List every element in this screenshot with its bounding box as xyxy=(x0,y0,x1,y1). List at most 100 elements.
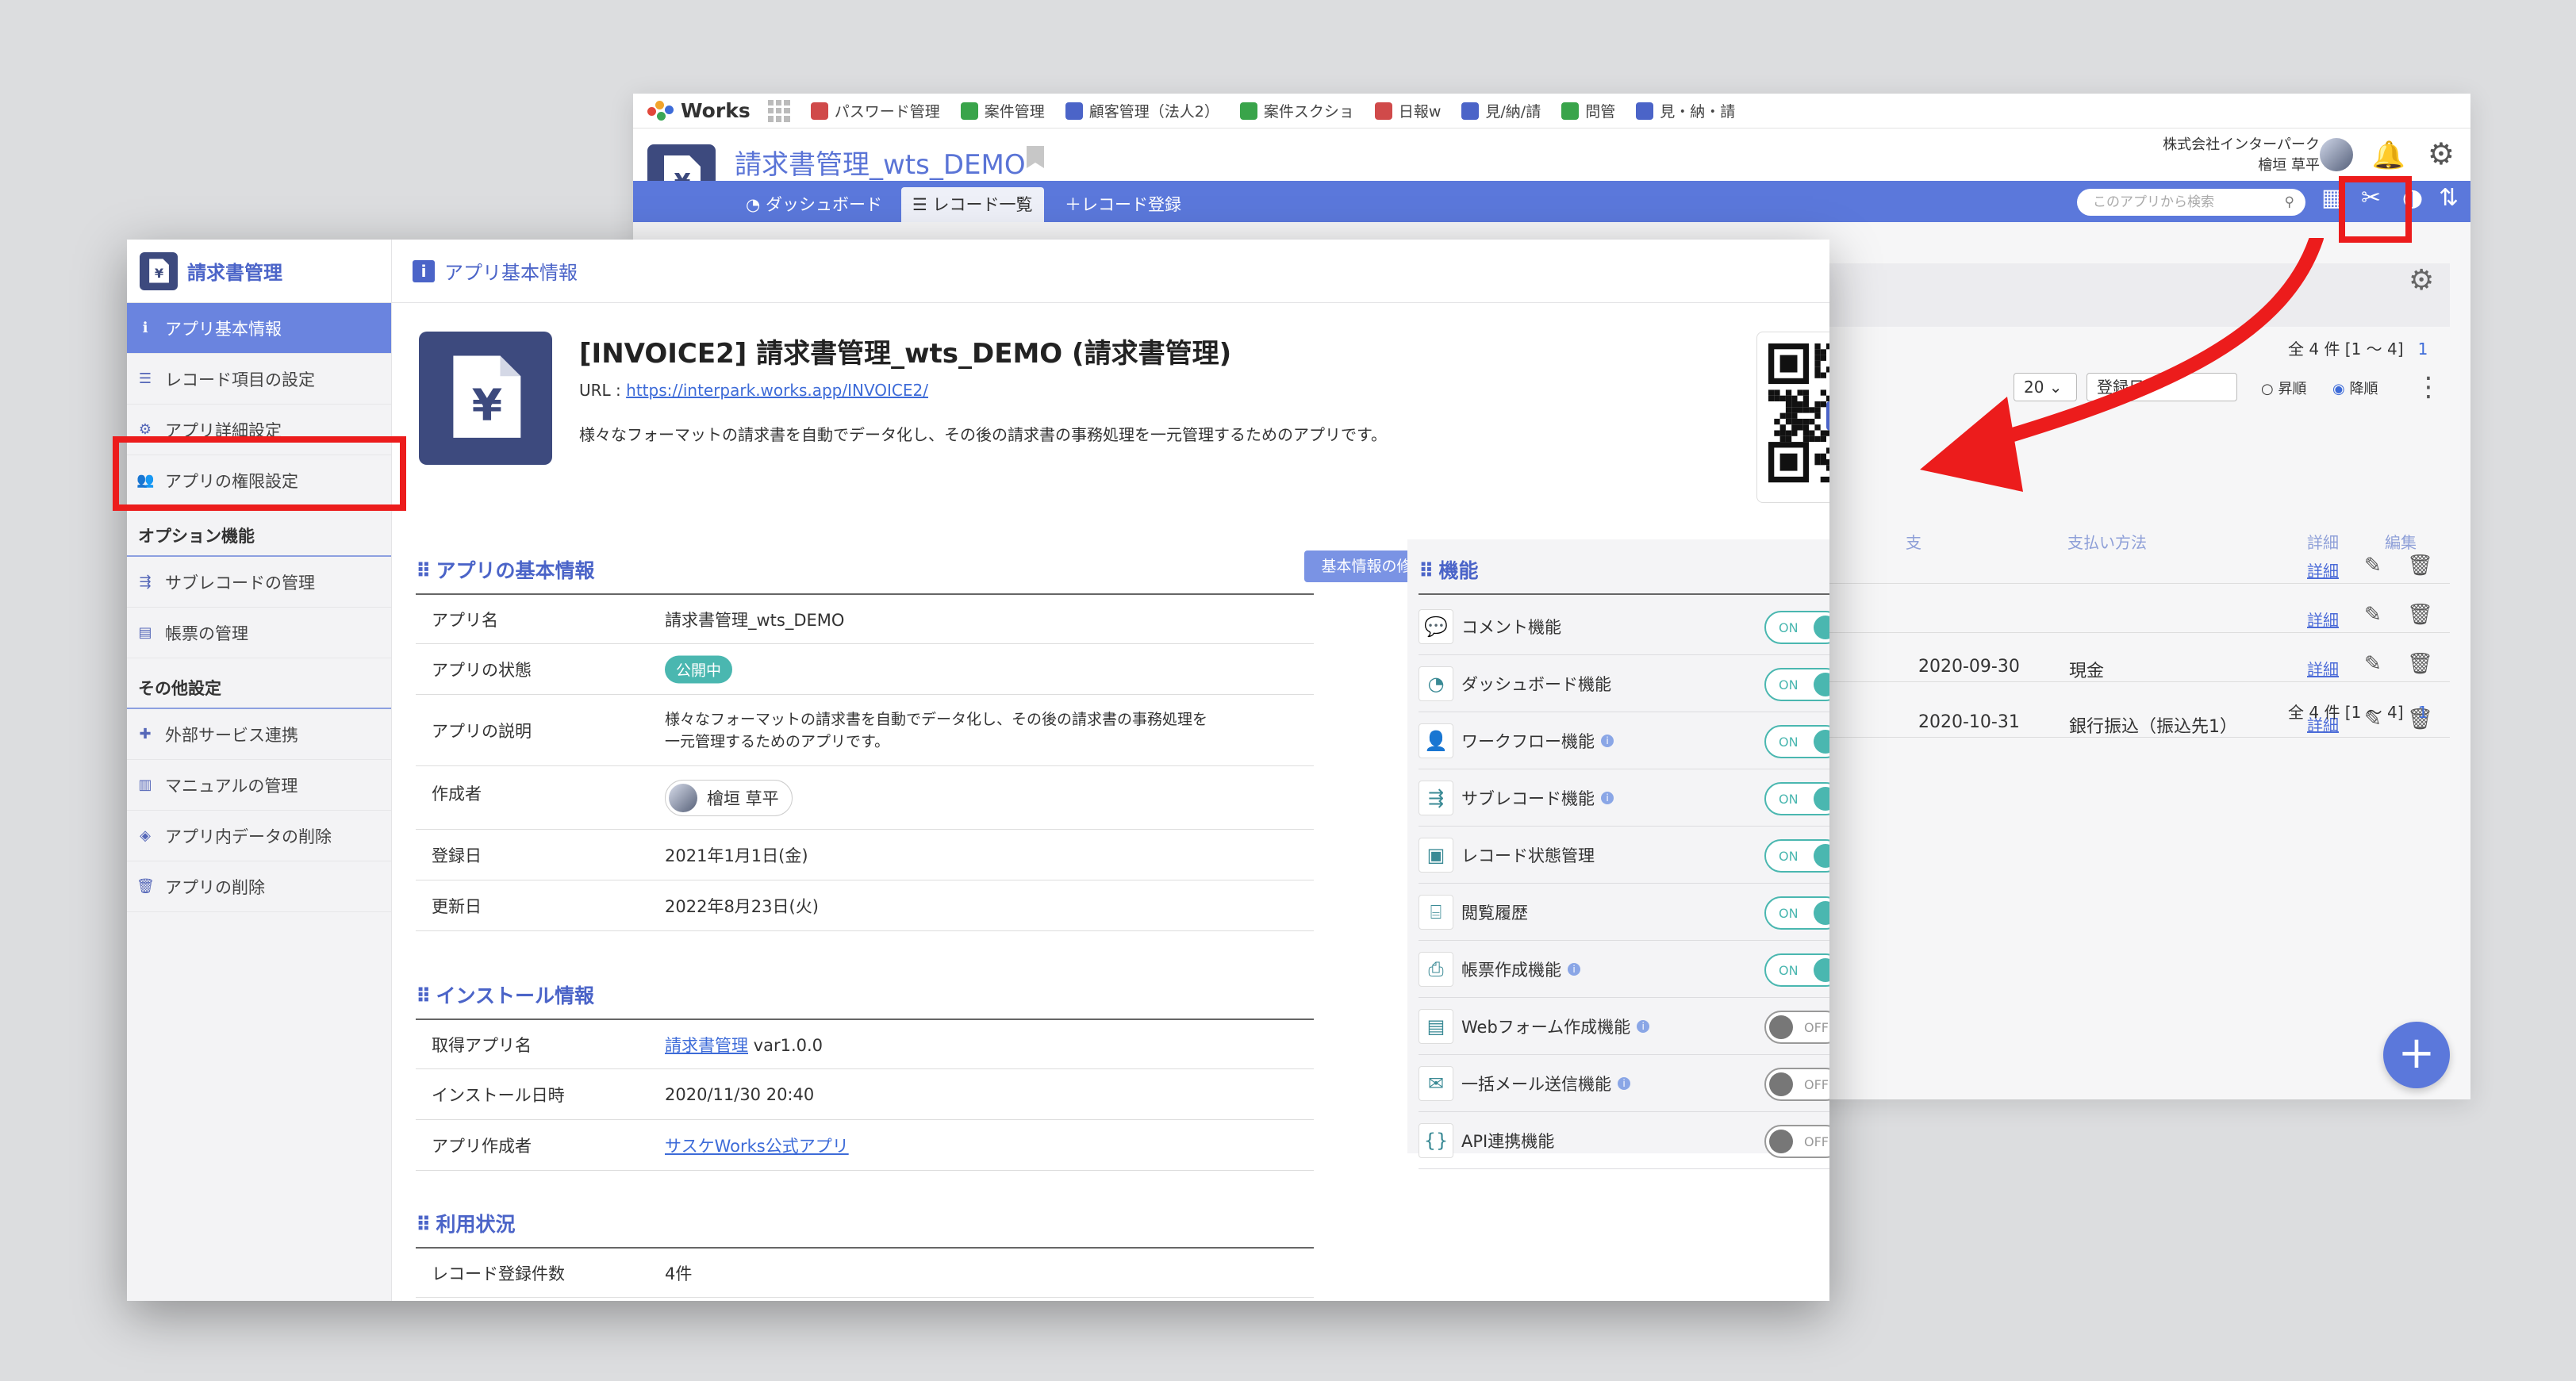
app-shortcut-icon xyxy=(1065,102,1083,120)
detail-link[interactable]: 詳細 xyxy=(2307,608,2339,631)
info-icon[interactable]: i xyxy=(1637,1019,1650,1033)
works-logo[interactable]: Works xyxy=(647,99,751,122)
app-shortcut[interactable]: 見/納/請 xyxy=(1461,100,1541,121)
sidebar-item-subrecord[interactable]: ⇶ サブレコードの管理 xyxy=(127,557,391,608)
sidebar-item-book[interactable]: ▥ マニュアルの管理 xyxy=(127,760,391,811)
qr-code[interactable] xyxy=(1756,332,1829,503)
feature-label: ワークフロー機能 xyxy=(1461,731,1595,751)
sidebar-item-label: レコード項目の設定 xyxy=(165,370,315,389)
feature-toggle[interactable]: OFF xyxy=(1764,1011,1829,1044)
settings-window: ¥ 請求書管理 ℹ アプリ基本情報 ☰ レコード項目の設定 ⚙ アプリ詳細設定 👥 アプリの権… xyxy=(127,240,1829,1301)
payment-method: 銀行振込（振込先1） xyxy=(2069,717,2237,737)
avatar[interactable] xyxy=(2320,138,2353,171)
info-icon[interactable]: i xyxy=(1618,1076,1630,1090)
panel-gear-icon[interactable]: ⚙ xyxy=(2409,264,2434,297)
row-value: 請求書管理 var1.0.0 xyxy=(665,1033,823,1057)
feature-toggle[interactable]: ON xyxy=(1764,668,1829,701)
row-value: 檜垣 草平 xyxy=(665,779,793,816)
trash-icon: 🗑 xyxy=(136,878,155,895)
section-basic-info: ⠿ アプリの基本情報 xyxy=(416,555,595,584)
feature-toggle[interactable]: ON xyxy=(1764,782,1829,815)
edit-icon[interactable]: ✎ xyxy=(2364,554,2382,577)
info-icon[interactable]: i xyxy=(1601,791,1614,804)
red-pointer-arrow xyxy=(1920,238,2324,492)
author-link[interactable]: サスケWorks公式アプリ xyxy=(665,1137,849,1156)
features-divider xyxy=(1419,593,1829,595)
app-title[interactable]: 請求書管理_wts_DEMO xyxy=(735,143,1026,182)
feature-icon: ▣ xyxy=(1419,837,1453,873)
row-key: アプリの説明 xyxy=(432,721,532,741)
feature-row: ▣ レコード状態管理 ON xyxy=(1419,827,1829,884)
toggle-label: ON xyxy=(1779,849,1799,864)
app-shortcut[interactable]: 日報w xyxy=(1374,100,1441,121)
row-key: 更新日 xyxy=(432,896,482,916)
app-shortcut-label: パスワード管理 xyxy=(834,103,940,121)
toggle-knob xyxy=(1814,958,1829,982)
creator-chip[interactable]: 檜垣 草平 xyxy=(665,779,793,816)
section-features-title: 機能 xyxy=(1438,559,1479,582)
edit-icon[interactable]: ✎ xyxy=(2364,603,2382,627)
info-icon[interactable]: i xyxy=(1568,962,1580,976)
feature-icon: 👤 xyxy=(1419,723,1453,758)
feature-toggle[interactable]: ON xyxy=(1764,839,1829,873)
detail-link[interactable]: 詳細 xyxy=(2307,657,2339,680)
sidebar-item-eraser[interactable]: ◈ アプリ内データの削除 xyxy=(127,811,391,861)
feature-row: 👤 ワークフロー機能 i ON xyxy=(1419,712,1829,769)
feature-toggle[interactable]: OFF xyxy=(1764,1068,1829,1101)
feature-toggle[interactable]: ON xyxy=(1764,725,1829,758)
feature-toggle[interactable]: ON xyxy=(1764,953,1829,987)
tab-record-register[interactable]: ＋レコード登録 xyxy=(1054,187,1192,222)
sidebar-item-puzzle[interactable]: ✚ 外部サービス連携 xyxy=(127,709,391,760)
app-shortcut[interactable]: 顧客管理（法人2） xyxy=(1065,100,1219,121)
tab-record-list[interactable]: ☰ レコード一覧 xyxy=(901,187,1044,222)
app-shortcut[interactable]: パスワード管理 xyxy=(810,100,940,121)
app-grid-icon[interactable] xyxy=(767,99,790,122)
trash-icon[interactable]: 🗑 xyxy=(2407,603,2433,627)
sidebar-item-trash[interactable]: 🗑 アプリの削除 xyxy=(127,861,391,912)
trash-icon[interactable]: 🗑 xyxy=(2407,652,2433,676)
app-shortcut[interactable]: 見・納・請 xyxy=(1636,100,1735,121)
feature-row: ⎙ 帳票作成機能 i ON xyxy=(1419,941,1829,998)
edit-icon[interactable]: ✎ xyxy=(2364,652,2382,676)
sidebar-item-label: アプリの削除 xyxy=(165,877,265,897)
page-number[interactable]: 1 xyxy=(2418,339,2428,359)
sidebar-item-list[interactable]: ☰ レコード項目の設定 xyxy=(127,354,391,405)
app-shortcut[interactable]: 案件管理 xyxy=(960,100,1045,121)
page-number[interactable]: 1 xyxy=(2418,703,2428,722)
app-description: 様々なフォーマットの請求書を自動でデータ化し、その後の請求書の事務処理を一元管理… xyxy=(579,425,1387,444)
bell-icon[interactable]: 🔔 xyxy=(2372,140,2405,171)
sync-icon[interactable]: ⇅ xyxy=(2439,184,2459,212)
app-launcher-bar: Works パスワード管理 案件管理 顧客管理（法人2） 案件スクショ 日報w 見/納/請… xyxy=(633,94,2470,129)
sidebar-item-info[interactable]: ℹ アプリ基本情報 xyxy=(127,303,391,354)
tab-record-list-label: レコード一覧 xyxy=(932,195,1033,214)
source-app-link[interactable]: 請求書管理 xyxy=(665,1036,748,1055)
trash-icon[interactable]: 🗑 xyxy=(2407,554,2433,577)
add-record-button[interactable]: + xyxy=(2383,1022,2450,1088)
tab-dashboard[interactable]: ◔ ダッシュボード xyxy=(735,187,893,222)
feature-toggle[interactable]: OFF xyxy=(1764,1125,1829,1158)
info-icon[interactable]: i xyxy=(1601,734,1614,747)
app-search-input[interactable]: このアプリから検索 ⚲ xyxy=(2077,189,2305,216)
sidebar-item-document[interactable]: ▤ 帳票の管理 xyxy=(127,608,391,658)
source-app-version: var1.0.0 xyxy=(748,1035,823,1055)
logo-mark-icon xyxy=(647,100,676,121)
creator-name: 檜垣 草平 xyxy=(707,788,779,808)
feature-row: {} API連携機能 OFF xyxy=(1419,1112,1829,1169)
toggle-label: ON xyxy=(1779,906,1799,921)
bookmark-icon[interactable] xyxy=(1027,146,1044,168)
row-key: アプリ作成者 xyxy=(432,1136,532,1156)
url-link[interactable]: https://interpark.works.app/INVOICE2/ xyxy=(626,381,928,400)
gear-icon[interactable]: ⚙ xyxy=(2428,136,2455,171)
feature-toggle[interactable]: ON xyxy=(1764,611,1829,644)
app-shortcut[interactable]: 案件スクショ xyxy=(1239,100,1354,121)
app-shortcut-label: 顧客管理（法人2） xyxy=(1088,103,1219,121)
sort-desc-radio[interactable]: ◉ 降順 xyxy=(2332,378,2378,398)
feature-toggle[interactable]: ON xyxy=(1764,896,1829,930)
row-value: 2022年8月23日(火) xyxy=(665,896,819,916)
toggle-label: ON xyxy=(1779,677,1799,692)
more-options-icon[interactable]: ⋮ xyxy=(2415,371,2442,403)
table-row: アプリの説明 様々なフォーマットの請求書を自動でデータ化し、その後の請求書の事務処… xyxy=(416,695,1314,766)
grip-icon: ⠿ xyxy=(416,559,432,582)
detail-link[interactable]: 詳細 xyxy=(2307,558,2339,581)
app-shortcut[interactable]: 問管 xyxy=(1561,100,1615,121)
